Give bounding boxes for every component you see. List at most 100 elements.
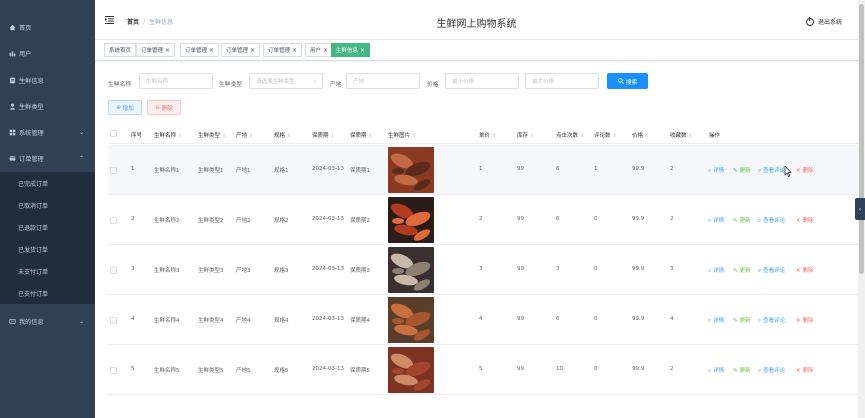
delete-button[interactable]: ✕ 删除 [796, 216, 814, 224]
cell-clicks: 10 [556, 366, 563, 372]
header-clicks[interactable]: 点击次数 ⇕ [556, 131, 584, 139]
sidebar-subitem-completed[interactable]: 已完成订单 [0, 172, 95, 194]
delete-button[interactable]: ✕ 删除 [796, 266, 814, 274]
tag-fresh-info[interactable]: 生鲜信息 × [331, 43, 371, 57]
table-row: 2 生鲜名称2 生鲜类型2 产地2 规格2 2024-03-13 保质期2 2 99 6 0 99.9… [108, 195, 858, 245]
header-origin[interactable]: 产地 ⇕ [236, 131, 253, 139]
sidebar-item-fresh-info[interactable]: 生鲜信息 [0, 67, 95, 93]
search-icon: ⌕ [758, 268, 762, 274]
max-price-input[interactable]: 最大价格 [525, 73, 599, 89]
cell-type: 生鲜类型2 [198, 218, 224, 224]
sidebar-item-fresh-type[interactable]: 生鲜类型 [0, 93, 95, 119]
view-comments-button[interactable]: ⌕ 查看评论 [758, 316, 785, 325]
sidebar-item-home[interactable]: 首页 [0, 14, 95, 40]
sidebar-item-my-info[interactable]: 我的信息 ⌄ [0, 308, 95, 334]
cell-price: 99.9 [632, 166, 645, 172]
sidebar-item-label: 首页 [19, 24, 32, 32]
row-checkbox[interactable] [110, 267, 117, 274]
select-all-checkbox[interactable] [110, 130, 117, 137]
cell-shelf-date: 2024-03-13 [312, 316, 344, 322]
sidebar-subitem-shipped[interactable]: 已发货订单 [0, 238, 95, 260]
detail-button[interactable]: ⌕ 详情 [708, 316, 724, 325]
sidebar-item-users[interactable]: 用户 [0, 40, 95, 66]
min-price-input[interactable]: 最小价格 [445, 73, 519, 89]
detail-button[interactable]: ⌕ 详情 [708, 366, 724, 375]
tag-order-2[interactable]: 订单管理 × [180, 43, 220, 57]
search-button[interactable]: 搜索 [607, 73, 648, 89]
sidebar-item-label: 生鲜类型 [19, 103, 44, 111]
update-button[interactable]: ✎ 更新 [733, 216, 751, 224]
delete-button[interactable]: ✕ 删除 [796, 166, 814, 174]
user-group-icon [9, 50, 16, 57]
header-shelf-date[interactable]: 保质期 ⇕ [312, 131, 335, 139]
header-unit-price[interactable]: 单价 ⇕ [479, 131, 496, 139]
fresh-type-select[interactable]: 请选择生鲜类型 ⌄ [249, 73, 323, 89]
cell-clicks: 6 [556, 316, 560, 322]
logout-button[interactable]: 退出系统 [805, 16, 842, 26]
cell-comments: 1 [594, 166, 598, 172]
add-button[interactable]: ⊕ 增加 [108, 100, 142, 115]
mouse-cursor-icon [784, 166, 792, 177]
cell-unit-price: 4 [479, 316, 483, 322]
sidebar-item-system[interactable]: 系统管理 ⌄ [0, 119, 95, 145]
close-icon[interactable]: × [292, 47, 297, 54]
sidebar-subitem-unpaid[interactable]: 未支付订单 [0, 260, 95, 282]
detail-button[interactable]: ⌕ 详情 [708, 166, 724, 175]
view-comments-button[interactable]: ⌕ 查看评论 [758, 266, 785, 275]
tag-users[interactable]: 用户 × [305, 43, 334, 57]
settings-drawer-handle[interactable]: ‹ [855, 198, 865, 220]
cell-favorites: 2 [670, 166, 674, 172]
detail-button[interactable]: ⌕ 详情 [708, 216, 724, 225]
tag-order-1[interactable]: 订单管理 × [136, 43, 176, 57]
header-shelf-life[interactable]: 保质期 ⇕ [350, 131, 373, 139]
delete-button[interactable]: ✕ 删除 [796, 366, 814, 374]
cell-index: 4 [131, 316, 135, 322]
close-icon[interactable]: × [360, 47, 365, 54]
header-comments[interactable]: 评论数 ⇕ [594, 131, 617, 139]
view-comments-button[interactable]: ⌕ 查看评论 [758, 166, 785, 175]
batch-delete-button[interactable]: ⊖ 删除 [147, 100, 181, 115]
name-label: 生鲜名称 [108, 82, 132, 88]
header-stock[interactable]: 库存 ⇕ [517, 131, 534, 139]
update-button[interactable]: ✎ 更新 [733, 366, 751, 374]
close-icon[interactable]: × [165, 47, 170, 54]
origin-input[interactable]: 产地 [346, 73, 420, 89]
sidebar-subitem-refunded[interactable]: 已退款订单 [0, 216, 95, 238]
sidebar: 首页 用户 生鲜信息 生鲜类型 系统管理 ⌄ 订单管理 ⌃ 已完成订单 已取消订… [0, 0, 95, 418]
header-actions: 操作 [709, 133, 721, 139]
row-checkbox[interactable] [110, 367, 117, 374]
tag-order-3[interactable]: 订单管理 × [221, 43, 261, 57]
header-favorites[interactable]: 收藏数 ⇕ [670, 131, 693, 139]
scrollbar-thumb[interactable] [859, 4, 864, 274]
view-comments-button[interactable]: ⌕ 查看评论 [758, 216, 785, 225]
close-icon[interactable]: × [209, 47, 214, 54]
row-checkbox[interactable] [110, 317, 117, 324]
header-spec[interactable]: 规格 ⇕ [274, 131, 291, 139]
row-checkbox[interactable] [110, 167, 117, 174]
update-button[interactable]: ✎ 更新 [733, 166, 751, 174]
sort-icon: ⇕ [645, 133, 650, 139]
view-comments-button[interactable]: ⌕ 查看评论 [758, 366, 785, 375]
sidebar-subitem-cancelled[interactable]: 已取消订单 [0, 194, 95, 216]
header-name[interactable]: 生鲜名称 ⇕ [154, 131, 182, 139]
header-price[interactable]: 价格 ⇕ [632, 131, 649, 139]
power-icon [805, 16, 814, 26]
update-button[interactable]: ✎ 更新 [733, 266, 751, 274]
cell-name: 生鲜名称5 [154, 368, 180, 374]
sort-icon: ⇕ [580, 133, 585, 139]
tag-order-4[interactable]: 订单管理 × [263, 43, 303, 57]
sidebar-item-orders[interactable]: 订单管理 ⌃ [0, 145, 95, 171]
cell-shelf-date: 2024-03-13 [312, 366, 344, 372]
cell-origin: 产地1 [236, 168, 251, 174]
delete-button[interactable]: ✕ 删除 [796, 316, 814, 324]
row-checkbox[interactable] [110, 217, 117, 224]
detail-button[interactable]: ⌕ 详情 [708, 266, 724, 275]
close-icon[interactable]: × [250, 47, 255, 54]
header-type[interactable]: 生鲜类型 ⇕ [198, 131, 226, 139]
fresh-name-input[interactable]: 生鲜名称 [139, 73, 213, 89]
update-button[interactable]: ✎ 更新 [733, 316, 751, 324]
close-icon[interactable]: × [323, 47, 328, 54]
tag-system-home[interactable]: 系统首页 [104, 43, 137, 57]
cell-comments: 0 [594, 366, 598, 372]
sidebar-subitem-paid[interactable]: 已支付订单 [0, 282, 95, 304]
